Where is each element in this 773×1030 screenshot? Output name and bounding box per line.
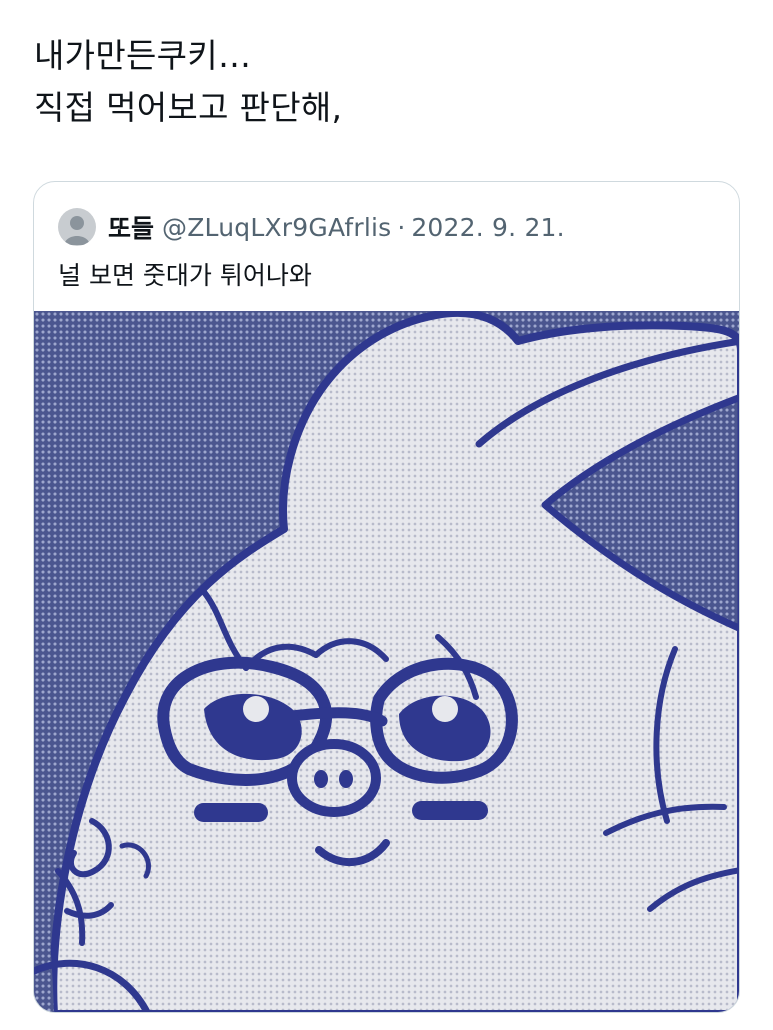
quoted-author-handle[interactable]: @ZLuqLXr9GAfrlis — [162, 213, 391, 242]
quoted-author-name[interactable]: 또들 — [108, 209, 154, 245]
rabbit-character-illustration[interactable] — [34, 311, 739, 1012]
quoted-tweet-date[interactable]: 2022. 9. 21. — [411, 213, 564, 242]
tweet-text-line-2: 직접 먹어보고 판단해, — [34, 88, 343, 127]
quoted-tweet-text: 널 보면 줏대가 튀어나와 — [58, 261, 312, 290]
quoted-tweet-header: 또들 @ZLuqLXr9GAfrlis · 2022. 9. 21. — [58, 207, 565, 247]
tweet-text: 내가만든쿠키… 직접 먹어보고 판단해, — [34, 30, 734, 134]
meta-separator: · — [397, 212, 406, 242]
tweet-text-line-1: 내가만든쿠키… — [34, 36, 252, 75]
quoted-tweet-card[interactable]: 또들 @ZLuqLXr9GAfrlis · 2022. 9. 21. 널 보면 … — [33, 181, 740, 1013]
default-user-avatar-icon[interactable] — [58, 208, 96, 246]
